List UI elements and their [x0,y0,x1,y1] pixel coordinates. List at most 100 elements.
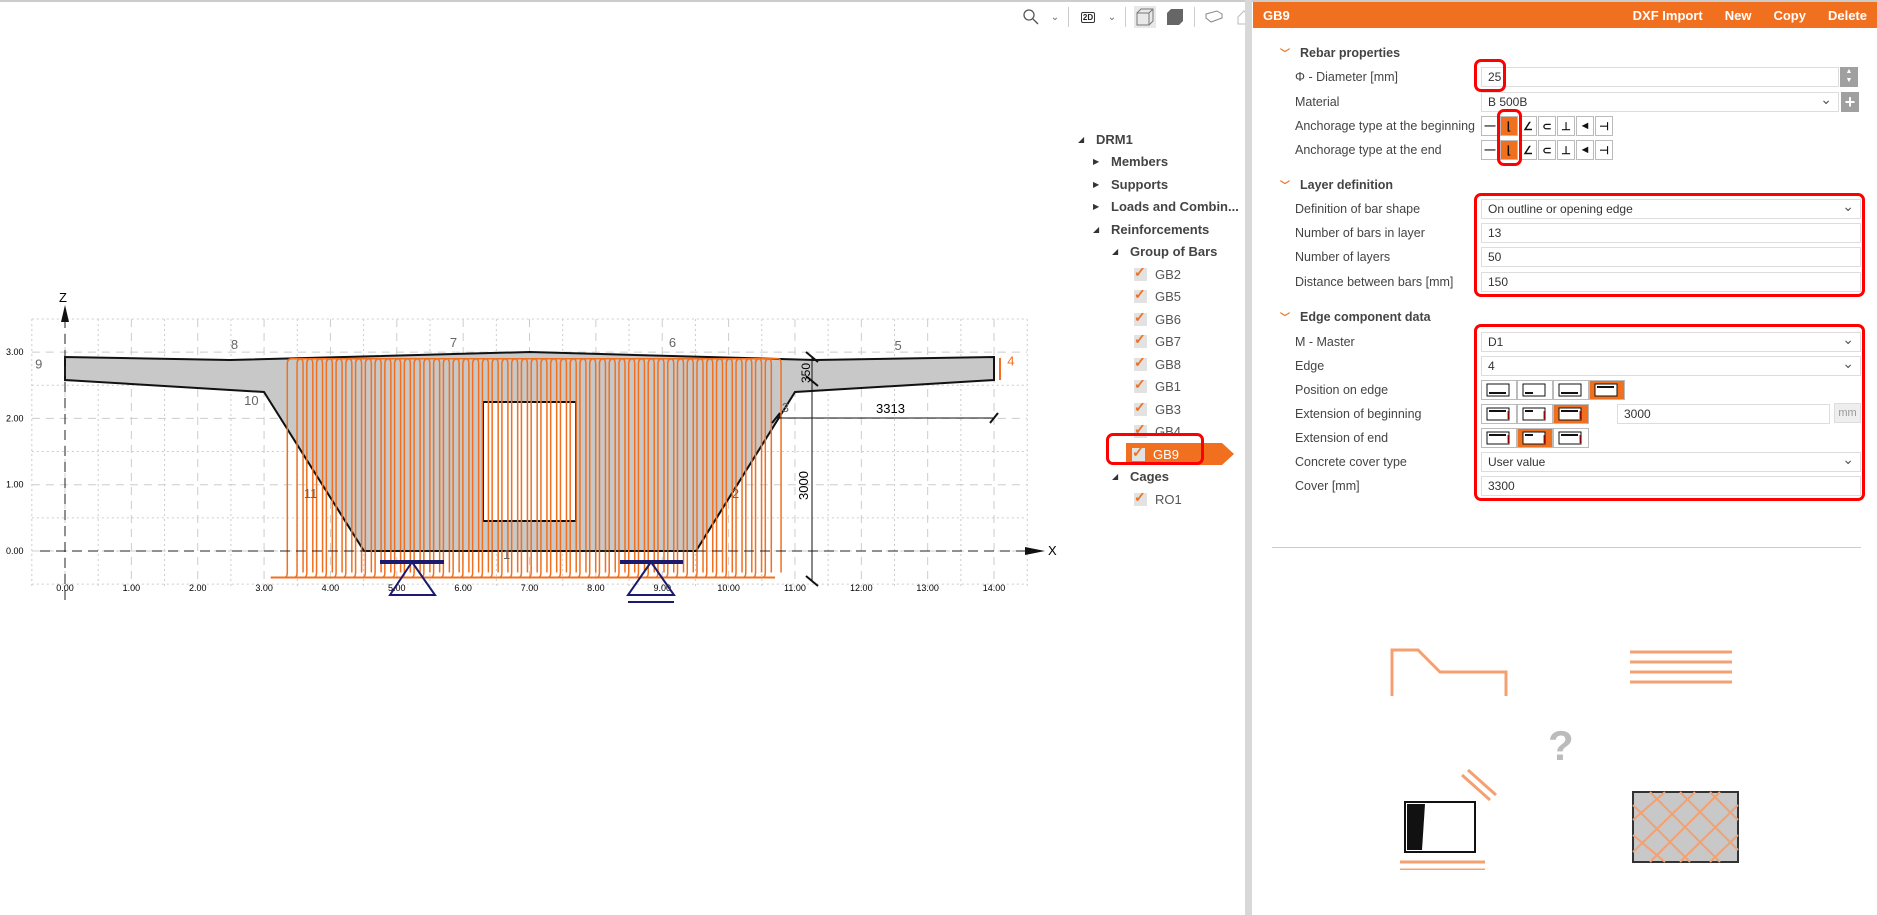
tree-item-bar[interactable]: ✓ GB2 [1134,263,1239,286]
position-label: Position on edge [1295,383,1389,397]
tree-item-bar[interactable]: ✓ GB8 [1134,353,1239,376]
anchorage-straight-icon: — [1484,120,1496,132]
highlight-box [1497,109,1522,166]
tree-label: DRM1 [1096,131,1133,147]
tree-item-bar[interactable]: ✓ GB5 [1134,286,1239,309]
checkbox[interactable]: ✓ [1134,377,1147,394]
expand-icon[interactable]: ▶ [1093,202,1105,211]
tree-item-bar[interactable]: ✓ GB6 [1134,308,1239,331]
tree-item-loads[interactable]: ▶ Loads and Combin... [1093,196,1239,219]
material-value: B 500B [1488,95,1528,109]
z-tick-label: 1.00 [6,480,24,490]
tree-label: GB1 [1155,379,1182,395]
delete-button[interactable]: Delete [1828,8,1867,23]
section-view-icon[interactable] [1203,6,1225,28]
x-axis-arrow-icon [1025,547,1045,555]
anchorage-bent-icon: ◄ [1579,120,1591,132]
checkbox[interactable]: ✓ [1134,332,1147,349]
tree-item-bar[interactable]: ✓ GB7 [1134,331,1239,354]
edge-label: 6 [669,335,676,350]
section-title: Edge component data [1300,309,1431,324]
dimension-value: 3000 [796,471,811,500]
collapse-icon[interactable]: ◢ [1112,247,1124,256]
separator [1068,7,1069,27]
collapse-icon[interactable]: ◢ [1112,472,1124,481]
section-rebar-properties[interactable]: ﹀ Rebar properties [1280,45,1400,61]
tree-item-ro1[interactable]: ✓ RO1 [1134,488,1239,511]
anchorage-loop-button[interactable]: ⊂ [1538,116,1556,136]
section-edge-component-data[interactable]: ﹀ Edge component data [1280,309,1431,325]
tree-label: RO1 [1155,491,1182,507]
copy-button[interactable]: Copy [1773,8,1806,23]
bars-in-layer-label: Number of bars in layer [1295,226,1425,240]
collapse-icon[interactable]: ◢ [1078,135,1090,144]
chevron-down-icon[interactable]: ﹀ [1280,177,1290,192]
separator [1125,7,1126,27]
expand-icon[interactable]: ▶ [1093,157,1105,166]
tree-label: Loads and Combin... [1111,199,1239,215]
bar-list: ✓ GB2 ✓ GB5 ✓ GB6 ✓ GB7 ✓ GB8 ✓ GB1 ✓ GB3 ✓ GB4 [1070,263,1239,443]
divider [1272,547,1861,548]
search-icon[interactable] [1020,6,1042,28]
x-tick-label: 14.00 [983,583,1006,593]
checkbox[interactable]: ✓ [1134,355,1147,371]
panel-splitter[interactable] [1245,0,1252,915]
anchorage-bent-icon: ◄ [1579,144,1591,156]
tree-item-cages[interactable]: ◢ Cages [1112,466,1239,489]
material-select[interactable]: B 500B [1481,92,1839,112]
chevron-down-icon[interactable]: ⌄ [1050,6,1060,28]
anchorage-bent-button[interactable]: ◄ [1576,116,1594,136]
diameter-input[interactable]: 25 [1481,67,1839,87]
tree-root[interactable]: ◢ DRM1 [1078,128,1239,151]
anchorage-end-label: Anchorage type at the end [1295,143,1442,157]
spinner-buttons[interactable]: ▲ ▼ [1840,67,1858,87]
tree-item-reinforcements[interactable]: ◢ Reinforcements [1093,218,1239,241]
view-2d-icon[interactable]: 2D [1077,6,1099,28]
section-detail-icon [1400,768,1497,870]
anchorage-head-button[interactable]: ⊣ [1595,140,1613,160]
x-tick-label: 0.00 [56,583,74,593]
collapse-icon[interactable]: ◢ [1093,225,1105,234]
section-layer-definition[interactable]: ﹀ Layer definition [1280,177,1393,193]
chevron-down-icon[interactable]: ﹀ [1280,309,1290,324]
anchorage-bent-button[interactable]: ◄ [1576,140,1594,160]
z-tick-label: 2.00 [6,413,24,423]
expand-icon[interactable]: ▶ [1093,180,1105,189]
tree-item-group-of-bars[interactable]: ◢ Group of Bars [1112,241,1239,264]
anchorage-loop-button[interactable]: ⊂ [1538,140,1556,160]
checkbox[interactable]: ✓ [1134,310,1147,326]
checkbox[interactable]: ✓ [1134,265,1147,281]
tree-item-members[interactable]: ▶ Members [1093,151,1239,174]
wireframe-cube-icon[interactable] [1134,6,1156,28]
chevron-down-icon[interactable]: ﹀ [1280,45,1290,60]
dxf-import-button[interactable]: DXF Import [1633,8,1703,23]
tree-item-bar[interactable]: ✓ GB3 [1134,398,1239,421]
edge-label: 1 [503,547,510,562]
checkbox[interactable]: ✓ [1134,490,1147,506]
view-mode-label: 2D [1080,11,1096,23]
new-button[interactable]: New [1725,8,1752,23]
section-drawing-canvas[interactable]: X Z 0.00 1.00 2.00 3.00 4.00 5.00 6.00 7.00 8.00… [0,30,1080,630]
cover-type-label: Concrete cover type [1295,455,1407,469]
chevron-down-icon[interactable]: ⌄ [1107,6,1117,28]
checkbox[interactable]: ✓ [1134,287,1147,304]
highlight-box [1106,433,1204,465]
x-tick-label: 12.00 [850,583,873,593]
tree-item-bar[interactable]: ✓ GB1 [1134,376,1239,399]
add-material-button[interactable]: + [1841,92,1859,112]
anchorage-loop-icon: ⊂ [1542,120,1552,133]
tree-item-supports[interactable]: ▶ Supports [1093,173,1239,196]
anchorage-head-button[interactable]: ⊣ [1595,116,1613,136]
edge-label: 4 [1007,353,1014,368]
material-label: Material [1295,95,1340,109]
tree-label: GB3 [1155,401,1182,417]
tree-label: GB5 [1155,289,1182,305]
z-tick-label: 0.00 [6,546,24,556]
tree-label: GB2 [1155,266,1182,282]
solid-cube-icon[interactable] [1164,6,1186,28]
anchorage-plate-button[interactable]: ⊥ [1557,140,1575,160]
anchorage-plate-button[interactable]: ⊥ [1557,116,1575,136]
x-axis-label: X [1048,543,1057,558]
checkbox[interactable]: ✓ [1134,400,1147,416]
cover-label: Cover [mm] [1295,479,1360,493]
